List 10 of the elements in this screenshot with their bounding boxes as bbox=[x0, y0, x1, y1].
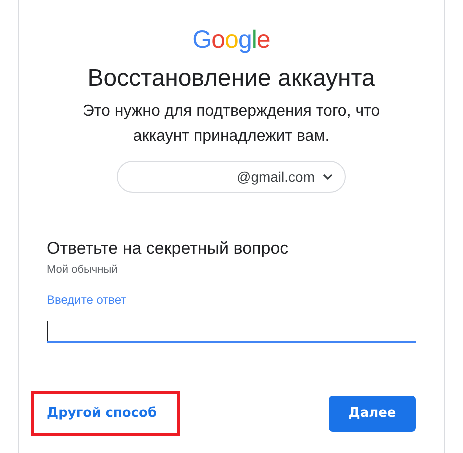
google-logo: Google bbox=[192, 26, 270, 55]
subtitle-text: Это нужно для подтверждения того, что аккаунт принадлежит вам. bbox=[82, 102, 382, 147]
question-text: Мой обычный bbox=[47, 264, 119, 276]
next-button[interactable]: Далее bbox=[329, 396, 416, 432]
another-way-link[interactable]: Другой способ bbox=[31, 391, 180, 436]
email-text: @gmail.com bbox=[236, 169, 315, 185]
field-label: Введите ответ bbox=[47, 293, 128, 307]
account-chip[interactable]: @gmail.com bbox=[117, 161, 346, 193]
section-heading: Ответьте на секретный вопрос bbox=[47, 239, 290, 259]
page-title: Восстановление аккаунта bbox=[86, 65, 376, 93]
